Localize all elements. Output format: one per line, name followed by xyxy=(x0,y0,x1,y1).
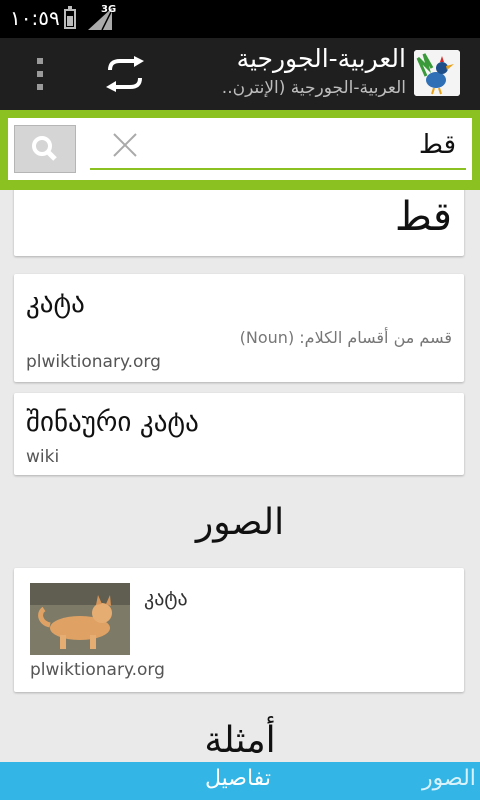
translation-card[interactable]: შინაური კატა wiki xyxy=(14,393,464,475)
overflow-menu-icon[interactable] xyxy=(30,58,50,92)
search-bar xyxy=(0,110,480,190)
close-icon[interactable] xyxy=(112,132,138,158)
status-bar: ١٠:٥٩ 3G xyxy=(0,0,480,38)
translation-term: კატა xyxy=(26,288,85,319)
cat-thumbnail[interactable] xyxy=(30,583,130,655)
app-subtitle: العربية-الجورجية (الإنترن.. xyxy=(221,78,406,98)
examples-section-title: أمثلة xyxy=(204,720,276,761)
part-of-speech: قسم من أقسام الكلام: (Noun) xyxy=(239,328,452,347)
bottom-tab-bar: تفاصيل الصور xyxy=(0,762,480,800)
headword-card: قط xyxy=(14,190,464,256)
search-box xyxy=(8,118,472,180)
search-input[interactable] xyxy=(90,122,466,170)
tab-details[interactable]: تفاصيل xyxy=(205,766,271,791)
image-card[interactable]: კატა plwiktionary.org xyxy=(14,568,464,692)
status-time: ١٠:٥٩ xyxy=(10,6,60,30)
image-source[interactable]: plwiktionary.org xyxy=(30,660,165,680)
app-title: العربية-الجورجية xyxy=(236,44,406,73)
action-bar: العربية-الجورجية العربية-الجورجية (الإنت… xyxy=(0,38,480,110)
rooster-logo-icon[interactable] xyxy=(414,50,460,96)
translation-source[interactable]: wiki xyxy=(26,447,59,467)
translation-source[interactable]: plwiktionary.org xyxy=(26,352,161,372)
network-type: 3G xyxy=(101,4,117,15)
results-list[interactable]: قط კატა قسم من أقسام الكلام: (Noun) plwi… xyxy=(0,190,480,762)
swap-direction-icon[interactable] xyxy=(102,56,148,92)
search-icon xyxy=(32,136,57,161)
image-caption: კატა xyxy=(144,586,188,610)
cat-image xyxy=(30,583,130,655)
translation-term: შინაური კატა xyxy=(26,407,199,438)
battery-icon xyxy=(64,6,76,29)
translation-card[interactable]: კატა قسم من أقسام الكلام: (Noun) plwikti… xyxy=(14,274,464,382)
search-button[interactable] xyxy=(14,125,76,173)
tab-images[interactable]: الصور xyxy=(422,766,476,791)
images-section-title: الصور xyxy=(195,502,285,543)
headword: قط xyxy=(394,194,452,240)
